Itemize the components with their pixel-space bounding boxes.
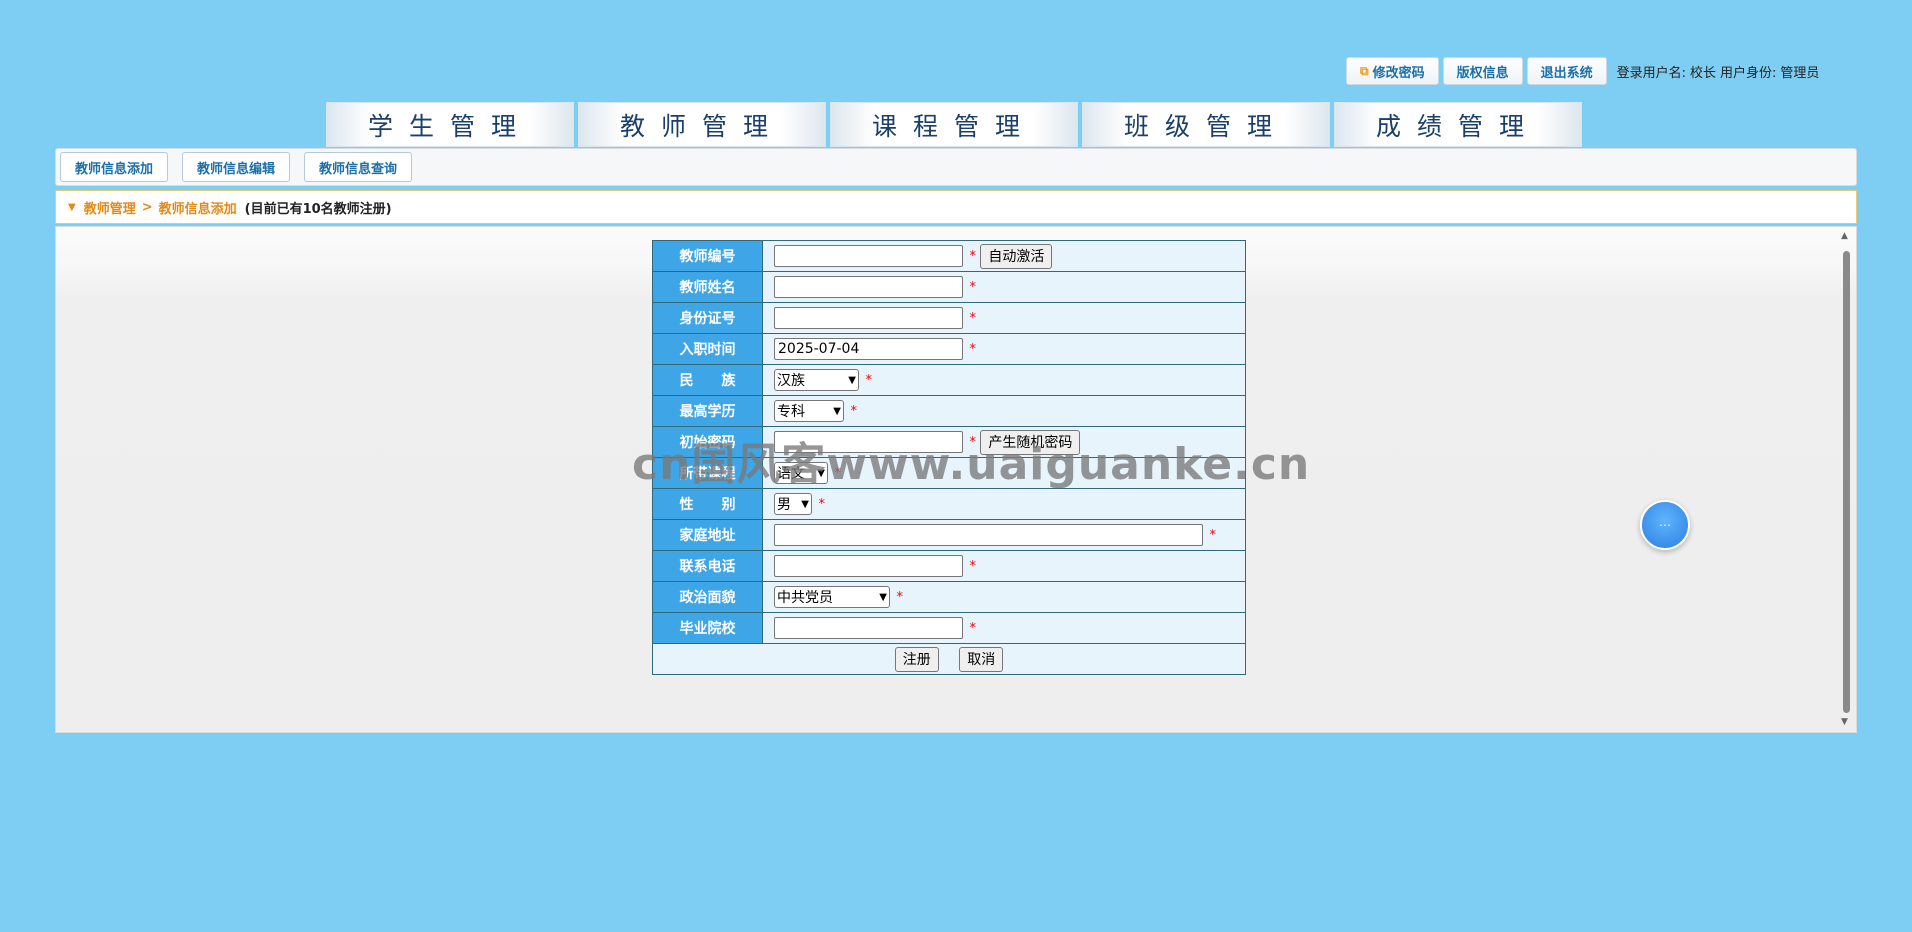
id-card-label: 身份证号 bbox=[652, 302, 763, 334]
form-row-education: 最高学历 专科 ▼ * bbox=[652, 395, 1246, 427]
breadcrumb-separator: > bbox=[141, 199, 153, 215]
role-label: 用户身份: bbox=[1720, 65, 1777, 81]
key-icon: ⧉ bbox=[1360, 63, 1369, 78]
hire-date-label: 入职时间 bbox=[652, 333, 763, 365]
change-password-label: 修改密码 bbox=[1372, 65, 1425, 81]
role-name: 管理员 bbox=[1780, 65, 1820, 81]
hire-date-input[interactable] bbox=[774, 338, 963, 360]
address-input[interactable] bbox=[774, 524, 1203, 546]
form-row-teacher-name: 教师姓名 * bbox=[652, 271, 1246, 303]
form-row-political: 政治面貌 中共党员 ▼ * bbox=[652, 581, 1246, 613]
gender-select[interactable]: 男 ▼ bbox=[774, 493, 812, 515]
user-info: 登录用户名: 校长 用户身份: 管理员 bbox=[1617, 62, 1824, 81]
auto-activate-button[interactable]: 自动激活 bbox=[980, 243, 1053, 269]
change-password-button[interactable]: ⧉ 修改密码 bbox=[1346, 57, 1439, 85]
chevron-down-icon: ▼ bbox=[848, 374, 856, 386]
required-mark: * bbox=[818, 496, 825, 512]
ethnicity-selected: 汉族 bbox=[777, 373, 805, 389]
required-mark: * bbox=[969, 279, 976, 295]
required-mark: * bbox=[896, 589, 903, 605]
required-mark: * bbox=[969, 248, 976, 264]
scrollbar-thumb[interactable] bbox=[1843, 251, 1850, 713]
required-mark: * bbox=[865, 372, 872, 388]
triangle-down-icon: ▼ bbox=[68, 201, 76, 213]
school-label: 毕业院校 bbox=[652, 612, 763, 644]
logout-label: 退出系统 bbox=[1540, 65, 1593, 81]
form-row-address: 家庭地址 * bbox=[652, 519, 1246, 551]
logout-button[interactable]: 退出系统 bbox=[1526, 57, 1607, 85]
teacher-query-button[interactable]: 教师信息查询 bbox=[304, 152, 413, 182]
vertical-scrollbar[interactable]: ▲ ▼ bbox=[1840, 231, 1852, 727]
cancel-button[interactable]: 取消 bbox=[959, 646, 1004, 672]
gender-selected: 男 bbox=[777, 497, 791, 513]
scroll-down-arrow-icon[interactable]: ▼ bbox=[1841, 717, 1848, 727]
required-mark: * bbox=[969, 620, 976, 636]
education-select[interactable]: 专科 ▼ bbox=[774, 400, 844, 422]
breadcrumb: ▼ 教师管理 > 教师信息添加 (目前已有10名教师注册) bbox=[55, 190, 1857, 224]
form-row-school: 毕业院校 * bbox=[652, 612, 1246, 644]
teacher-name-input[interactable] bbox=[774, 276, 963, 298]
required-mark: * bbox=[1209, 527, 1216, 543]
education-selected: 专科 bbox=[777, 404, 805, 420]
phone-label: 联系电话 bbox=[652, 550, 763, 582]
tab-class-management[interactable]: 班级管理 bbox=[1082, 102, 1330, 147]
form-row-ethnicity: 民 族 汉族 ▼ * bbox=[652, 364, 1246, 396]
phone-input[interactable] bbox=[774, 555, 963, 577]
user-label: 登录用户名: bbox=[1616, 65, 1687, 81]
teacher-id-label: 教师编号 bbox=[652, 240, 763, 272]
copyright-button[interactable]: 版权信息 bbox=[1442, 57, 1523, 85]
teacher-name-label: 教师姓名 bbox=[652, 271, 763, 303]
address-label: 家庭地址 bbox=[652, 519, 763, 551]
form-row-phone: 联系电话 * bbox=[652, 550, 1246, 582]
required-mark: * bbox=[850, 403, 857, 419]
required-mark: * bbox=[969, 310, 976, 326]
sub-nav: 教师信息添加 教师信息编辑 教师信息查询 bbox=[55, 148, 1857, 186]
floating-assistant-icon[interactable]: ⋯ bbox=[1640, 500, 1690, 550]
ethnicity-select[interactable]: 汉族 ▼ bbox=[774, 369, 859, 391]
form-row-actions: 注册 取消 bbox=[652, 643, 1246, 675]
user-name: 校长 bbox=[1690, 65, 1717, 81]
chevron-down-icon: ▼ bbox=[801, 498, 809, 510]
teacher-edit-button[interactable]: 教师信息编辑 bbox=[182, 152, 291, 182]
watermark: cn国风客www.uaiguanke.cn bbox=[632, 439, 1311, 490]
gender-label: 性 别 bbox=[652, 488, 763, 520]
form-row-teacher-id: 教师编号 * 自动激活 bbox=[652, 240, 1246, 272]
education-label: 最高学历 bbox=[652, 395, 763, 427]
form-row-gender: 性 别 男 ▼ * bbox=[652, 488, 1246, 520]
form-row-hire-date: 入职时间 * bbox=[652, 333, 1246, 365]
tab-student-management[interactable]: 学生管理 bbox=[326, 102, 574, 147]
submit-button[interactable]: 注册 bbox=[894, 646, 939, 672]
breadcrumb-page: 教师信息添加 bbox=[158, 201, 237, 217]
political-label: 政治面貌 bbox=[652, 581, 763, 613]
required-mark: * bbox=[969, 341, 976, 357]
form-row-id-card: 身份证号 * bbox=[652, 302, 1246, 334]
political-select[interactable]: 中共党员 ▼ bbox=[774, 586, 890, 608]
tab-course-management[interactable]: 课程管理 bbox=[830, 102, 1078, 147]
copyright-label: 版权信息 bbox=[1456, 65, 1509, 81]
id-card-input[interactable] bbox=[774, 307, 963, 329]
teacher-id-input[interactable] bbox=[774, 245, 963, 267]
top-toolbar: ⧉ 修改密码 版权信息 退出系统 登录用户名: 校长 用户身份: 管理员 bbox=[1346, 56, 1823, 86]
chevron-down-icon: ▼ bbox=[833, 405, 841, 417]
main-nav: 学生管理 教师管理 课程管理 班级管理 成绩管理 bbox=[326, 102, 1586, 147]
required-mark: * bbox=[969, 558, 976, 574]
ethnicity-label: 民 族 bbox=[652, 364, 763, 396]
teacher-count-note: (目前已有10名教师注册) bbox=[244, 201, 392, 217]
political-selected: 中共党员 bbox=[777, 590, 833, 606]
scroll-up-arrow-icon[interactable]: ▲ bbox=[1841, 231, 1848, 241]
chevron-down-icon: ▼ bbox=[879, 591, 887, 603]
teacher-add-button[interactable]: 教师信息添加 bbox=[60, 152, 169, 182]
tab-teacher-management[interactable]: 教师管理 bbox=[578, 102, 826, 147]
breadcrumb-section[interactable]: 教师管理 bbox=[84, 198, 136, 217]
school-input[interactable] bbox=[774, 617, 963, 639]
tab-grade-management[interactable]: 成绩管理 bbox=[1334, 102, 1582, 147]
